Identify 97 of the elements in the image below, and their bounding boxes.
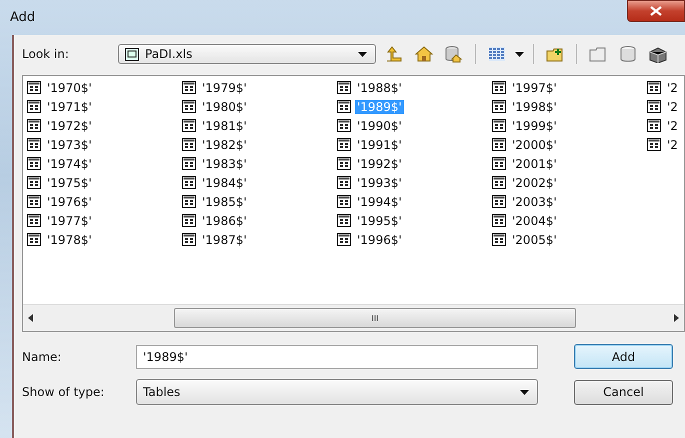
table-item[interactable]: '2000$'	[492, 136, 647, 153]
cancel-button[interactable]: Cancel	[574, 380, 673, 404]
table-item[interactable]: '1971$'	[27, 98, 182, 115]
table-icon	[492, 157, 506, 170]
table-item[interactable]: '1997$'	[492, 79, 647, 96]
table-item[interactable]: '1996$'	[337, 231, 492, 248]
table-item[interactable]: '1985$'	[182, 193, 337, 210]
table-icon	[337, 214, 351, 227]
table-icon	[27, 119, 41, 132]
table-item[interactable]: '2002$'	[492, 174, 647, 191]
table-item[interactable]: '2003$'	[492, 193, 647, 210]
table-item[interactable]: '1981$'	[182, 117, 337, 134]
table-item[interactable]: '1991$'	[337, 136, 492, 153]
scrollbar-thumb[interactable]: III	[174, 308, 576, 328]
table-item[interactable]: '1998$'	[492, 98, 647, 115]
table-icon	[182, 176, 196, 189]
table-icon	[492, 100, 506, 113]
table-icon	[492, 214, 506, 227]
table-item[interactable]: '1972$'	[27, 117, 182, 134]
table-icon	[182, 233, 196, 246]
scroll-right-icon[interactable]	[674, 314, 679, 322]
table-icon	[492, 233, 506, 246]
table-icon	[492, 176, 506, 189]
table-icon	[182, 214, 196, 227]
table-item[interactable]: '1986$'	[182, 212, 337, 229]
look-in-label: Look in:	[22, 47, 70, 61]
table-icon	[337, 81, 351, 94]
table-item[interactable]: '1984$'	[182, 174, 337, 191]
table-item[interactable]: '2	[647, 136, 684, 153]
table-item[interactable]: '1975$'	[27, 174, 182, 191]
table-icon	[27, 233, 41, 246]
close-button[interactable]	[627, 0, 685, 22]
table-icon	[337, 233, 351, 246]
table-icon	[337, 100, 351, 113]
table-icon	[182, 138, 196, 151]
table-item[interactable]: '1995$'	[337, 212, 492, 229]
table-item[interactable]: '1988$'	[337, 79, 492, 96]
table-icon	[647, 119, 661, 132]
table-icon	[182, 157, 196, 170]
table-icon	[182, 195, 196, 208]
table-icon	[647, 138, 661, 151]
table-icon	[492, 195, 506, 208]
table-icon	[337, 119, 351, 132]
table-icon	[337, 138, 351, 151]
table-icon	[647, 100, 661, 113]
caret-icon	[520, 390, 529, 394]
table-item[interactable]: '1994$'	[337, 193, 492, 210]
table-item[interactable]: '1993$'	[337, 174, 492, 191]
table-item[interactable]: '1980$'	[182, 98, 337, 115]
table-item[interactable]: '2	[647, 79, 684, 96]
table-item[interactable]: '2	[647, 117, 684, 134]
table-icon	[27, 81, 41, 94]
table-icon	[27, 214, 41, 227]
close-icon	[650, 6, 662, 16]
dropdown-caret-icon	[515, 52, 524, 56]
table-item[interactable]: '1978$'	[27, 231, 182, 248]
table-icon	[27, 176, 41, 189]
table-icon	[182, 100, 196, 113]
look-in-dropdown[interactable]: PaDI.xls	[118, 44, 376, 64]
table-item[interactable]: '1999$'	[492, 117, 647, 134]
table-item[interactable]: '1974$'	[27, 155, 182, 172]
add-button[interactable]: Add	[574, 344, 673, 369]
name-field[interactable]: '1989$'	[136, 344, 538, 368]
window-title: Add	[10, 10, 36, 25]
table-item[interactable]: '1976$'	[27, 193, 182, 210]
table-icon	[337, 176, 351, 189]
table-icon	[492, 138, 506, 151]
table-icon	[27, 100, 41, 113]
table-icon	[27, 138, 41, 151]
table-item[interactable]: '2001$'	[492, 155, 647, 172]
name-label: Name:	[22, 350, 62, 364]
table-icon	[647, 81, 661, 94]
table-item[interactable]: '1990$'	[337, 117, 492, 134]
home-icon[interactable]	[412, 45, 436, 63]
table-icon	[492, 81, 506, 94]
table-item[interactable]: '1983$'	[182, 155, 337, 172]
table-item[interactable]: '1987$'	[182, 231, 337, 248]
table-icon	[337, 195, 351, 208]
table-item[interactable]: '2	[647, 98, 684, 115]
table-item[interactable]: '1982$'	[182, 136, 337, 153]
scroll-left-icon[interactable]	[28, 314, 33, 322]
type-label: Show of type:	[22, 385, 106, 399]
table-item[interactable]: '1977$'	[27, 212, 182, 229]
table-item[interactable]: '1979$'	[182, 79, 337, 96]
table-icon	[492, 119, 506, 132]
table-item[interactable]: '1992$'	[337, 155, 492, 172]
table-item[interactable]: '1973$'	[27, 136, 182, 153]
table-icon	[182, 119, 196, 132]
caret-icon	[358, 52, 367, 56]
table-icon	[27, 195, 41, 208]
table-icon	[27, 157, 41, 170]
table-icon	[337, 157, 351, 170]
type-dropdown[interactable]: Tables	[136, 379, 538, 405]
table-item[interactable]: '1970$'	[27, 79, 182, 96]
table-item[interactable]: '2005$'	[492, 231, 647, 248]
table-icon	[182, 81, 196, 94]
table-item[interactable]: '2004$'	[492, 212, 647, 229]
